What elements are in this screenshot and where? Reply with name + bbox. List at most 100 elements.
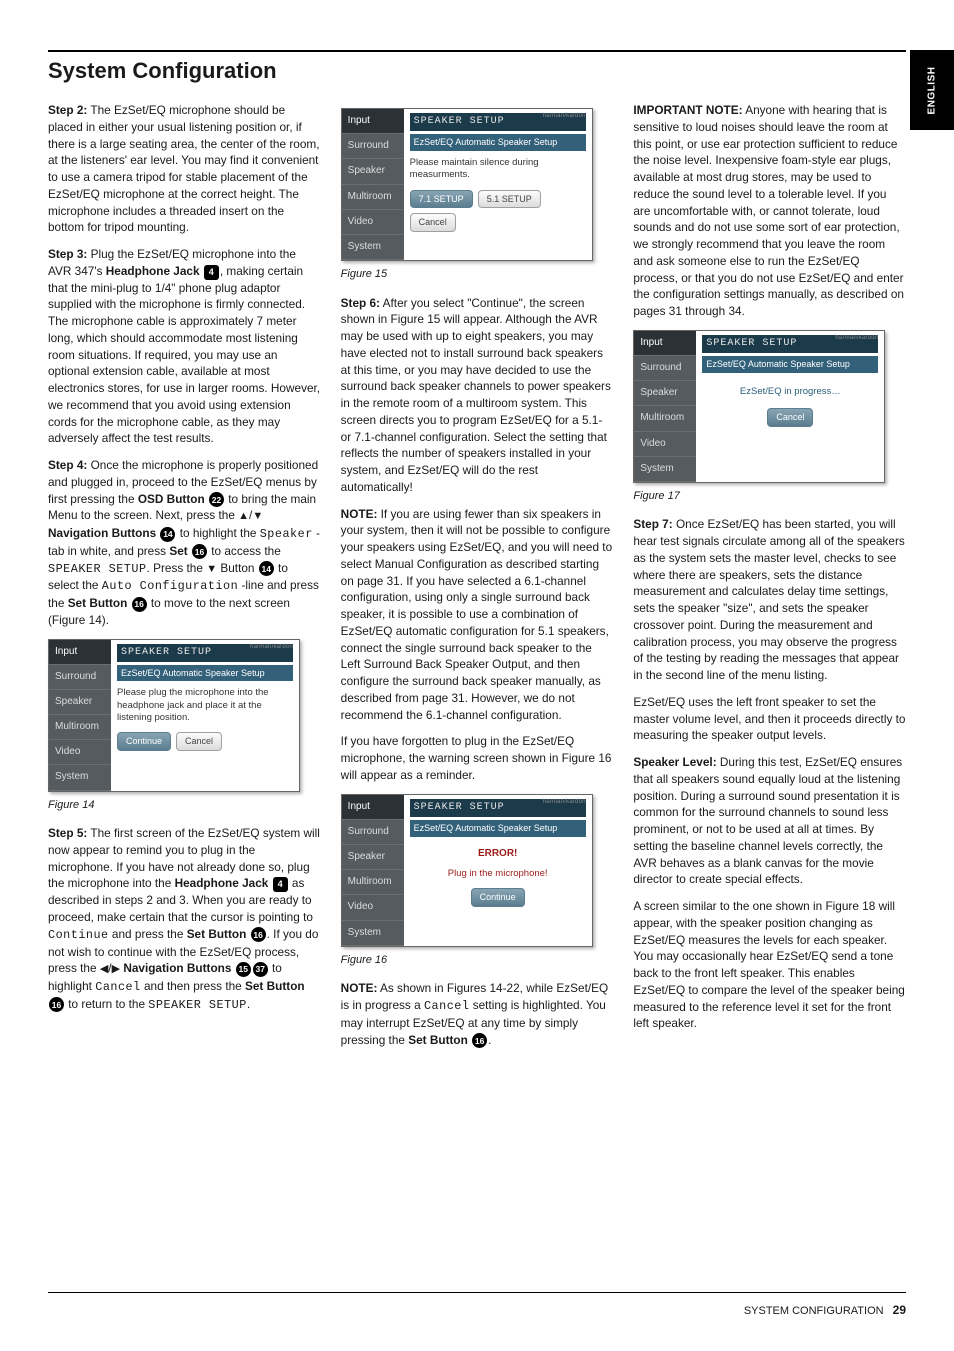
tab-speaker: Speaker bbox=[49, 690, 111, 715]
fig17-msg: EzSet/EQ in progress… bbox=[702, 379, 878, 408]
content-columns: Step 2: The EzSet/EQ microphone should b… bbox=[48, 102, 906, 1058]
important-note-paragraph: IMPORTANT NOTE: Anyone with hearing that… bbox=[633, 102, 906, 320]
tab-video: Video bbox=[49, 740, 111, 765]
menu-body-2: harman/kardon SPEAKER SETUP EzSet/EQ Aut… bbox=[404, 109, 592, 260]
tab-video: Video bbox=[342, 210, 404, 235]
menu-sub: EzSet/EQ Automatic Speaker Setup bbox=[702, 356, 878, 373]
step5-paragraph: Step 5: The first screen of the EzSet/EQ… bbox=[48, 825, 321, 1013]
tab-multiroom: Multiroom bbox=[342, 870, 404, 895]
fig15-msg: Please maintain silence during measurmen… bbox=[410, 157, 586, 182]
osd-button-icon: 22 bbox=[209, 492, 224, 507]
continue-button: Continue bbox=[117, 732, 171, 751]
step6-paragraph: Step 6: After you select "Continue", the… bbox=[341, 295, 614, 496]
menu-tabs-4: Input Surround Speaker Multiroom Video S… bbox=[634, 331, 696, 482]
forgot-mic-paragraph: If you have forgotten to plug in the EzS… bbox=[341, 733, 614, 783]
continue-button: Continue bbox=[471, 888, 525, 907]
step7-paragraph: Step 7: Once EzSet/EQ has been started, … bbox=[633, 516, 906, 684]
tab-multiroom: Multiroom bbox=[342, 185, 404, 210]
menu-sub: EzSet/EQ Automatic Speaker Setup bbox=[410, 134, 586, 151]
step2-paragraph: Step 2: The EzSet/EQ microphone should b… bbox=[48, 102, 321, 236]
fig16-buttons: Continue bbox=[410, 888, 586, 907]
hk-logo: harman/kardon bbox=[250, 643, 293, 652]
tab-input: Input bbox=[342, 109, 404, 134]
speaker-level-paragraph: Speaker Level: During this test, EzSet/E… bbox=[633, 754, 906, 888]
tab-system: System bbox=[49, 765, 111, 790]
figure-14-caption: Figure 14 bbox=[48, 798, 321, 814]
set-button-icon-2: 16 bbox=[132, 597, 147, 612]
nav-button-icon-2: 14 bbox=[259, 561, 274, 576]
figure-16-caption: Figure 16 bbox=[341, 953, 614, 969]
tab-speaker: Speaker bbox=[342, 159, 404, 184]
left-arrow-icon: ◀ bbox=[100, 963, 108, 975]
71setup-button: 7.1 SETUP bbox=[410, 190, 473, 209]
tab-multiroom: Multiroom bbox=[49, 715, 111, 740]
fig15-buttons: 7.1 SETUP 5.1 SETUP Cancel bbox=[410, 190, 586, 233]
figure-14-screenshot: Input Surround Speaker Multiroom Video S… bbox=[48, 639, 300, 792]
cancel-button: Cancel bbox=[410, 213, 456, 232]
menu-body: harman/kardon SPEAKER SETUP EzSet/EQ Aut… bbox=[111, 640, 299, 791]
tab-input: Input bbox=[49, 640, 111, 665]
51setup-button: 5.1 SETUP bbox=[478, 190, 541, 209]
menu-sub: EzSet/EQ Automatic Speaker Setup bbox=[117, 665, 293, 682]
tab-surround: Surround bbox=[342, 134, 404, 159]
set-button-icon-3: 16 bbox=[251, 927, 266, 942]
tab-speaker: Speaker bbox=[342, 845, 404, 870]
fig16-msg: Plug in the microphone! bbox=[410, 867, 586, 888]
figure-16-screenshot: Input Surround Speaker Multiroom Video S… bbox=[341, 794, 593, 947]
tab-speaker: Speaker bbox=[634, 381, 696, 406]
tab-surround: Surround bbox=[49, 665, 111, 690]
tab-system: System bbox=[342, 235, 404, 260]
header-rule bbox=[48, 50, 906, 52]
set-button-icon-4: 16 bbox=[49, 997, 64, 1012]
set-button-icon: 16 bbox=[192, 544, 207, 559]
down-arrow-icon-2: ▼ bbox=[206, 563, 217, 575]
down-arrow-icon: ▼ bbox=[252, 510, 263, 522]
tab-input: Input bbox=[342, 795, 404, 820]
note2-paragraph: NOTE: As shown in Figures 14-22, while E… bbox=[341, 980, 614, 1048]
footer-rule bbox=[48, 1292, 906, 1293]
set-button-icon-5: 16 bbox=[472, 1033, 487, 1048]
figure-15-screenshot: Input Surround Speaker Multiroom Video S… bbox=[341, 108, 593, 261]
fig14-buttons: Continue Cancel bbox=[117, 732, 293, 751]
tab-surround: Surround bbox=[634, 356, 696, 381]
cancel-button: Cancel bbox=[767, 408, 813, 427]
menu-tabs: Input Surround Speaker Multiroom Video S… bbox=[49, 640, 111, 791]
hk-logo: harman/kardon bbox=[835, 334, 878, 343]
fig14-msg: Please plug the microphone into the head… bbox=[117, 687, 293, 724]
step3-paragraph: Step 3: Plug the EzSet/EQ microphone int… bbox=[48, 246, 321, 447]
footer-section: SYSTEM CONFIGURATION bbox=[744, 1305, 884, 1317]
tab-multiroom: Multiroom bbox=[634, 406, 696, 431]
nav-button-icon: 14 bbox=[160, 527, 175, 542]
jack-icon-2: 4 bbox=[273, 877, 288, 892]
tab-system: System bbox=[634, 457, 696, 482]
nav-button-icon-4: 37 bbox=[253, 962, 268, 977]
figure-17-caption: Figure 17 bbox=[633, 489, 906, 505]
nav-button-icon-3: 15 bbox=[236, 962, 251, 977]
menu-body-3: harman/kardon SPEAKER SETUP EzSet/EQ Aut… bbox=[404, 795, 592, 946]
footer-page: 29 bbox=[893, 1303, 906, 1317]
note1-paragraph: NOTE: If you are using fewer than six sp… bbox=[341, 506, 614, 724]
hk-logo: harman/kardon bbox=[543, 112, 586, 121]
tab-video: Video bbox=[634, 432, 696, 457]
jack-icon: 4 bbox=[204, 265, 219, 280]
column-1: Step 2: The EzSet/EQ microphone should b… bbox=[48, 102, 321, 1058]
fig17-buttons: Cancel bbox=[702, 408, 878, 427]
column-2: Input Surround Speaker Multiroom Video S… bbox=[341, 102, 614, 1058]
cancel-button: Cancel bbox=[176, 732, 222, 751]
fig16-err: ERROR! bbox=[410, 843, 586, 867]
right-arrow-icon: ▶ bbox=[112, 963, 120, 975]
step4-paragraph: Step 4: Once the microphone is properly … bbox=[48, 457, 321, 628]
menu-tabs-3: Input Surround Speaker Multiroom Video S… bbox=[342, 795, 404, 946]
figure18-ref-paragraph: A screen similar to the one shown in Fig… bbox=[633, 898, 906, 1032]
language-tab-label: ENGLISH bbox=[927, 66, 938, 114]
tab-input: Input bbox=[634, 331, 696, 356]
menu-sub: EzSet/EQ Automatic Speaker Setup bbox=[410, 820, 586, 837]
figure-15-caption: Figure 15 bbox=[341, 267, 614, 283]
figure-17-screenshot: Input Surround Speaker Multiroom Video S… bbox=[633, 330, 885, 483]
tab-system: System bbox=[342, 921, 404, 946]
column-3: IMPORTANT NOTE: Anyone with hearing that… bbox=[633, 102, 906, 1058]
up-arrow-icon: ▲ bbox=[238, 510, 249, 522]
tab-video: Video bbox=[342, 895, 404, 920]
left-front-paragraph: EzSet/EQ uses the left front speaker to … bbox=[633, 694, 906, 744]
menu-tabs-2: Input Surround Speaker Multiroom Video S… bbox=[342, 109, 404, 260]
